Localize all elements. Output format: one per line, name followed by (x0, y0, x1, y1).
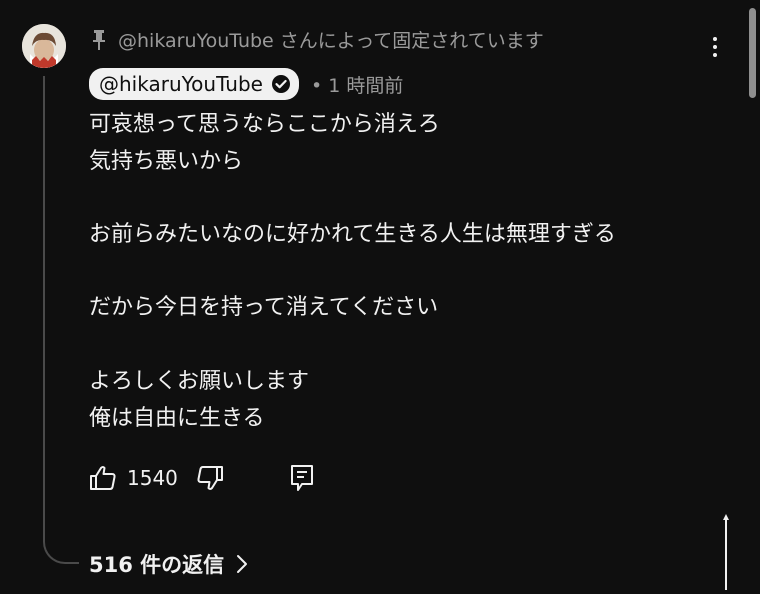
avatar[interactable] (22, 24, 66, 68)
thumbs-down-icon[interactable] (196, 465, 224, 491)
verified-check-icon (271, 74, 291, 94)
text-cursor-icon (723, 514, 729, 590)
comment-line: 可哀想って思うならここから消えろ (89, 112, 440, 137)
comment-line (89, 180, 729, 217)
thumbs-up-icon[interactable] (89, 465, 117, 491)
comment-line: だから今日を持って消えてください (89, 295, 439, 321)
comment-line: 気持ち悪いから (89, 148, 244, 174)
comment-line: お前らみたいなのに好かれて生きる人生は無理すぎる (89, 222, 616, 248)
pinned-indicator: @hikaruYouTube さんによって固定されています (92, 26, 544, 53)
pinned-text: @hikaruYouTube さんによって固定されています (118, 30, 544, 52)
replies-toggle[interactable]: 516 件の返信 (89, 549, 248, 579)
scrollbar[interactable] (749, 8, 756, 98)
like-count: 1540 (127, 466, 178, 490)
comment-actions: 1540 (89, 460, 314, 496)
comment-line (89, 254, 729, 291)
timestamp: • 1 時間前 (310, 74, 404, 97)
author-name: @hikaruYouTube (99, 72, 263, 96)
chevron-right-icon (236, 554, 248, 574)
replies-label: 516 件の返信 (89, 553, 225, 577)
author-chip[interactable]: @hikaruYouTube (89, 68, 299, 100)
pin-icon (92, 29, 106, 50)
reply-comment-icon[interactable] (290, 464, 314, 492)
more-vertical-icon[interactable] (700, 32, 730, 62)
comment-line (89, 327, 729, 364)
comment-line: よろしくお願いします (89, 368, 310, 394)
comment-header: @hikaruYouTube • 1 時間前 (89, 68, 403, 100)
comment-body: 可哀想って思うならここから消えろ 気持ち悪いから お前らみたいなのに好かれて生き… (89, 107, 729, 437)
thread-line (43, 76, 79, 564)
comment-line: 俺は自由に生きる (89, 405, 265, 431)
